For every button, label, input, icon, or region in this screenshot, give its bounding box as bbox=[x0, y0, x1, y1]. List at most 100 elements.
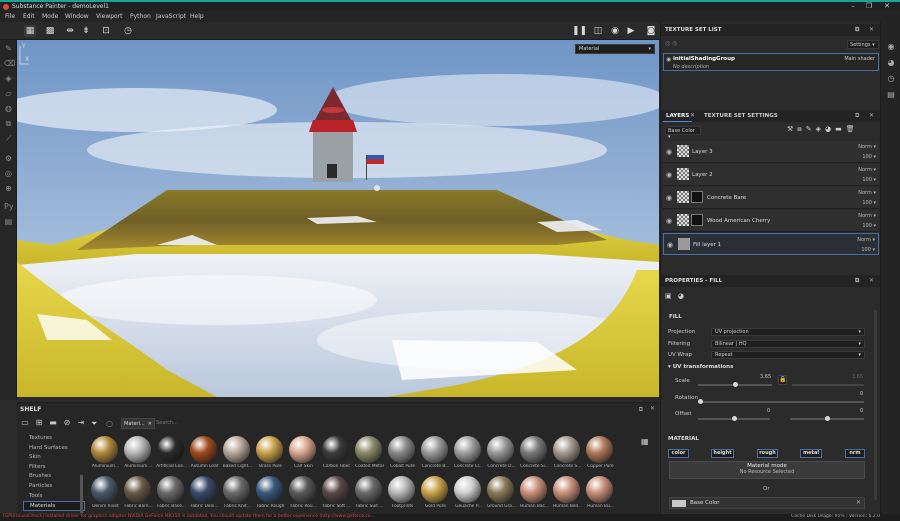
shelf-category-selected[interactable]: Materials bbox=[23, 501, 85, 511]
picker-icon[interactable]: ⟋ bbox=[4, 134, 13, 143]
add-folder-icon[interactable]: ▬ bbox=[835, 125, 846, 133]
display-settings-icon[interactable]: ◉ bbox=[886, 42, 896, 52]
pause-icon[interactable]: ❚❚ bbox=[572, 25, 587, 37]
material-thumbnail[interactable]: Calf Skin bbox=[287, 436, 320, 476]
add-effect-icon[interactable]: ⚒ bbox=[787, 125, 797, 133]
settings-icon[interactable]: ⚙ bbox=[4, 154, 13, 163]
channel-metal-button[interactable]: metal bbox=[800, 449, 822, 458]
python-icon[interactable]: Py bbox=[4, 202, 14, 211]
eye-icon[interactable]: ◉ bbox=[666, 148, 672, 156]
material-properties-icon[interactable]: ◕ bbox=[678, 292, 684, 300]
undock-icon[interactable]: ⧉ bbox=[855, 277, 859, 285]
scale-slider-knob[interactable] bbox=[733, 382, 738, 387]
filter-icon[interactable]: ⏷ bbox=[91, 419, 97, 429]
channel-select[interactable]: Base Color ▾ bbox=[665, 126, 701, 140]
3d-viewport[interactable]: Material ▾ Y X bbox=[17, 40, 659, 397]
hide-icon[interactable]: ⊘ bbox=[62, 418, 72, 428]
material-thumbnail[interactable]: Concrete Si... bbox=[518, 436, 551, 476]
material-thumbnail[interactable]: Cobalt Pure bbox=[386, 436, 419, 476]
undock-icon[interactable]: ⧉ bbox=[855, 112, 859, 120]
scale-slider[interactable] bbox=[698, 382, 772, 387]
material-thumbnail[interactable]: Fabric Base... bbox=[155, 476, 188, 516]
filtering-select[interactable]: Bilinear | HQ ▾ bbox=[711, 340, 865, 348]
menu-window[interactable]: Window bbox=[65, 13, 89, 20]
menu-file[interactable]: File bbox=[5, 13, 15, 20]
smudge-icon[interactable]: ◍ bbox=[4, 104, 13, 113]
render-icon[interactable]: ◉ bbox=[609, 25, 621, 37]
save-icon[interactable]: ▬ bbox=[48, 418, 58, 428]
add-paint-layer-icon[interactable]: ✎ bbox=[806, 125, 816, 133]
shader-settings-icon[interactable]: ◕ bbox=[886, 58, 896, 68]
eraser-icon[interactable]: ⌫ bbox=[4, 59, 15, 68]
material-thumbnail[interactable]: Autumn Leaf bbox=[188, 436, 221, 476]
layer-opacity[interactable]: 100 ▾ bbox=[862, 223, 876, 229]
close-icon[interactable]: ✕ bbox=[869, 112, 874, 119]
grid-large-icon[interactable]: ▩ bbox=[44, 25, 56, 37]
layer-blend-mode[interactable]: Norm ▾ bbox=[858, 144, 876, 150]
rotation-slider[interactable] bbox=[698, 399, 864, 404]
polygon-fill-icon[interactable]: ▱ bbox=[4, 89, 13, 98]
close-icon[interactable]: ✕ bbox=[869, 26, 874, 33]
import-icon[interactable]: ⇥ bbox=[76, 418, 86, 428]
material-thumbnail[interactable]: Artificial Lea... bbox=[155, 436, 188, 476]
material-thumbnail[interactable]: Fabric Barn... bbox=[122, 476, 155, 516]
material-thumbnail[interactable]: Coated Metal bbox=[353, 436, 386, 476]
material-mode-button[interactable]: Material mode No Resource Selected bbox=[669, 461, 865, 479]
material-thumbnail[interactable]: Concrete D... bbox=[485, 436, 518, 476]
shelf-category[interactable]: Tools bbox=[23, 492, 85, 502]
maximize-icon[interactable]: ❐ bbox=[862, 2, 876, 11]
channel-rough-button[interactable]: rough bbox=[757, 449, 778, 458]
material-thumbnail[interactable]: Fabric Suit ... bbox=[353, 476, 386, 516]
layer-row[interactable]: ◉ Layer 2 Norm ▾ 100 ▾ bbox=[663, 164, 879, 186]
close-tab-icon[interactable]: ✕ bbox=[690, 112, 695, 119]
tab-layers[interactable]: LAYERS bbox=[663, 110, 693, 122]
menu-javascript[interactable]: JavaScript bbox=[156, 13, 186, 20]
delete-layer-icon[interactable]: 🗑 bbox=[846, 125, 859, 133]
layer-opacity[interactable]: 100 ▾ bbox=[862, 177, 876, 183]
layer-opacity[interactable]: 100 ▾ bbox=[861, 247, 875, 253]
base-color-slot[interactable]: Base Color ✕ bbox=[669, 497, 865, 509]
material-thumbnail[interactable]: Fabric Soft ... bbox=[320, 476, 353, 516]
undock-icon[interactable]: ⧉ bbox=[855, 26, 859, 34]
layer-blend-mode[interactable]: Norm ▾ bbox=[857, 237, 875, 243]
material-thumbnail[interactable]: Aluminium... bbox=[89, 436, 122, 476]
texture-set-row[interactable]: ◉ initialShadingGroup No description Mai… bbox=[663, 53, 879, 71]
add-fill-layer-icon[interactable]: ◈ bbox=[816, 125, 825, 133]
material-thumbnail[interactable]: Concrete B... bbox=[419, 436, 452, 476]
material-thumbnail[interactable]: Footprints bbox=[386, 476, 419, 516]
layer-opacity[interactable]: 100 ▾ bbox=[862, 200, 876, 206]
remove-icon[interactable]: ✕ bbox=[856, 499, 861, 506]
shelf-category[interactable]: Hard Surfaces bbox=[23, 444, 85, 454]
align-icon[interactable]: ⇟ bbox=[80, 25, 92, 37]
projection-icon[interactable]: ◈ bbox=[4, 74, 13, 83]
material-thumbnail[interactable]: Ground Gra... bbox=[485, 476, 518, 516]
lock-icon[interactable]: 🔒 bbox=[778, 375, 787, 385]
close-icon[interactable]: ✕ bbox=[869, 277, 874, 284]
add-smart-material-icon[interactable]: ◕ bbox=[825, 125, 835, 133]
material-thumbnail[interactable]: Carbon Fiber bbox=[320, 436, 353, 476]
clone-icon[interactable]: ⧉ bbox=[4, 119, 13, 128]
material-thumbnail[interactable]: Fabric Rough bbox=[254, 476, 287, 516]
material-thumbnail[interactable]: Human Bell... bbox=[551, 476, 584, 516]
material-thumbnail[interactable]: Fabric Knit... bbox=[221, 476, 254, 516]
base-color-swatch[interactable] bbox=[672, 500, 686, 507]
material-thumbnail[interactable]: Concrete Cl... bbox=[452, 436, 485, 476]
channel-height-button[interactable]: height bbox=[711, 449, 734, 458]
channel-color-button[interactable]: color bbox=[668, 449, 689, 458]
layer-row[interactable]: ◉ Wood American Cherry Norm ▾ 100 ▾ bbox=[663, 210, 879, 232]
close-shelf-icon[interactable]: ✕ bbox=[650, 405, 655, 412]
channel-nrm-button[interactable]: nrm bbox=[845, 449, 865, 458]
shelf-category[interactable]: Filters bbox=[23, 463, 85, 473]
new-folder-icon[interactable]: ⊞ bbox=[34, 418, 44, 428]
uv-transformations-toggle[interactable]: ▾ UV transformations bbox=[668, 364, 733, 370]
material-thumbnail[interactable]: Denim Rivet bbox=[89, 476, 122, 516]
shelf-category[interactable]: Textures bbox=[23, 434, 85, 444]
material-thumbnail[interactable]: Brass Pure bbox=[254, 436, 287, 476]
add-mask-icon[interactable]: ⧈ bbox=[797, 125, 805, 133]
material-thumbnail[interactable]: Baked Light... bbox=[221, 436, 254, 476]
layer-blend-mode[interactable]: Norm ▾ bbox=[858, 213, 876, 219]
tab-texture-set-settings[interactable]: TEXTURE SET SETTINGS bbox=[701, 110, 781, 122]
material-thumbnail[interactable]: Gouache P... bbox=[452, 476, 485, 516]
tsl-settings-button[interactable]: Settings ▾ bbox=[847, 40, 879, 49]
menu-edit[interactable]: Edit bbox=[23, 13, 35, 20]
